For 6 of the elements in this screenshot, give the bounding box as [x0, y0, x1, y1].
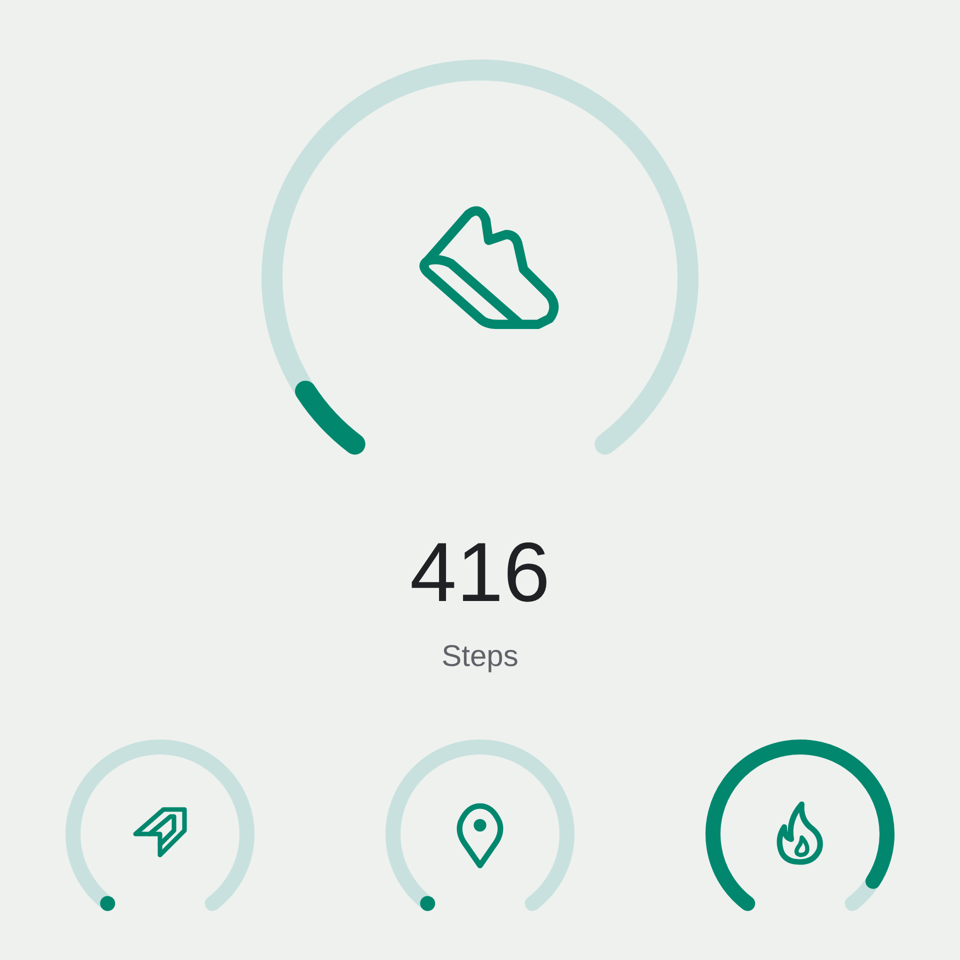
step-count: 416: [410, 530, 550, 614]
flame-icon: [776, 801, 823, 865]
steps-label: Steps: [442, 642, 518, 672]
double-arrow-icon: [133, 807, 187, 858]
shoe-icon: [419, 206, 559, 330]
location-pin-icon: [456, 803, 504, 868]
